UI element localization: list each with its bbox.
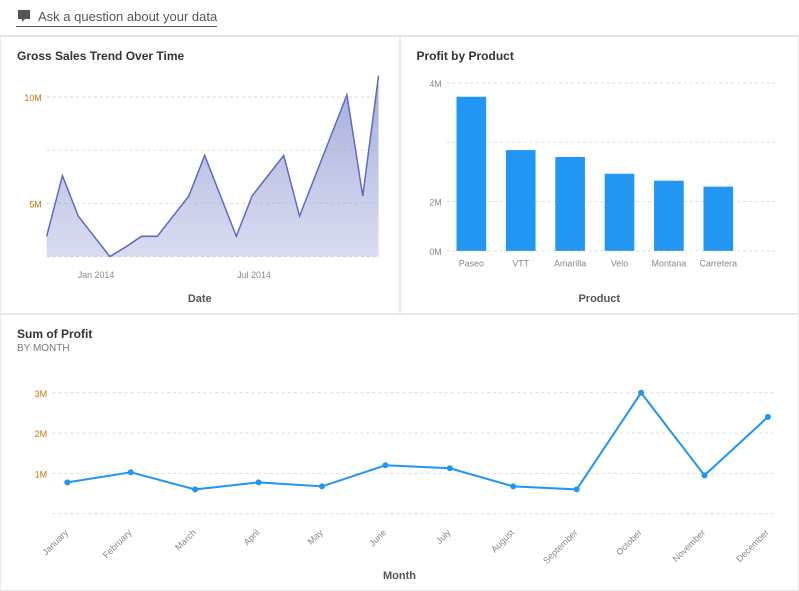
sum-of-profit-svg: 3M 2M 1M bbox=[17, 360, 782, 567]
ask-question-label: Ask a question about your data bbox=[38, 9, 217, 24]
svg-text:Jan 2014: Jan 2014 bbox=[78, 270, 115, 280]
svg-text:Jul 2014: Jul 2014 bbox=[237, 270, 271, 280]
gross-sales-x-label: Date bbox=[17, 293, 383, 305]
sum-of-profit-x-label: Month bbox=[17, 570, 782, 582]
svg-text:January: January bbox=[40, 527, 70, 557]
svg-text:March: March bbox=[173, 527, 198, 552]
sum-of-profit-subtitle: BY MONTH bbox=[17, 343, 782, 354]
svg-text:5M: 5M bbox=[29, 199, 41, 209]
dashboard: Gross Sales Trend Over Time 10M 5M Jan 2… bbox=[0, 36, 799, 591]
profit-by-product-panel: Profit by Product 4M 2M 0M Paseo VTT bbox=[400, 36, 799, 314]
svg-text:4M: 4M bbox=[429, 79, 441, 89]
profit-by-product-chart-area: 4M 2M 0M Paseo VTT Amarilla Velo Mo bbox=[417, 65, 783, 289]
svg-text:10M: 10M bbox=[24, 93, 41, 103]
profit-by-product-svg: 4M 2M 0M Paseo VTT Amarilla Velo Mo bbox=[417, 65, 783, 289]
svg-text:November: November bbox=[671, 527, 708, 564]
gross-sales-title: Gross Sales Trend Over Time bbox=[17, 49, 383, 63]
svg-text:Velo: Velo bbox=[610, 259, 627, 269]
ask-question-bar[interactable]: Ask a question about your data bbox=[16, 8, 217, 27]
svg-text:2M: 2M bbox=[429, 197, 441, 207]
svg-text:December: December bbox=[734, 527, 771, 564]
gross-sales-chart-area: 10M 5M Jan 2014 Jul 2014 bbox=[17, 65, 383, 289]
svg-text:Carretera: Carretera bbox=[699, 259, 737, 269]
svg-text:0M: 0M bbox=[429, 247, 441, 257]
svg-text:Montana: Montana bbox=[651, 259, 686, 269]
gross-sales-panel: Gross Sales Trend Over Time 10M 5M Jan 2… bbox=[0, 36, 400, 314]
svg-text:July: July bbox=[434, 527, 453, 546]
chat-icon bbox=[16, 8, 32, 24]
profit-by-product-title: Profit by Product bbox=[417, 49, 783, 63]
gross-sales-svg: 10M 5M Jan 2014 Jul 2014 bbox=[17, 65, 383, 289]
svg-text:May: May bbox=[306, 527, 325, 546]
svg-text:3M: 3M bbox=[35, 388, 48, 398]
top-bar: Ask a question about your data bbox=[0, 0, 799, 36]
svg-text:April: April bbox=[242, 527, 262, 547]
svg-text:2M: 2M bbox=[35, 429, 48, 439]
svg-text:VTT: VTT bbox=[512, 259, 529, 269]
svg-text:September: September bbox=[541, 527, 579, 565]
svg-text:Paseo: Paseo bbox=[458, 259, 483, 269]
sum-of-profit-panel: Sum of Profit BY MONTH 3M 2M 1M bbox=[0, 314, 799, 591]
svg-text:Amarilla: Amarilla bbox=[554, 259, 586, 269]
svg-text:February: February bbox=[101, 527, 134, 560]
profit-by-product-x-label: Product bbox=[417, 293, 783, 305]
sum-of-profit-chart-area: 3M 2M 1M bbox=[17, 360, 782, 567]
sum-of-profit-title: Sum of Profit bbox=[17, 327, 782, 341]
svg-text:1M: 1M bbox=[35, 469, 48, 479]
svg-text:October: October bbox=[614, 527, 644, 557]
svg-text:August: August bbox=[489, 527, 516, 554]
svg-text:June: June bbox=[367, 527, 388, 548]
